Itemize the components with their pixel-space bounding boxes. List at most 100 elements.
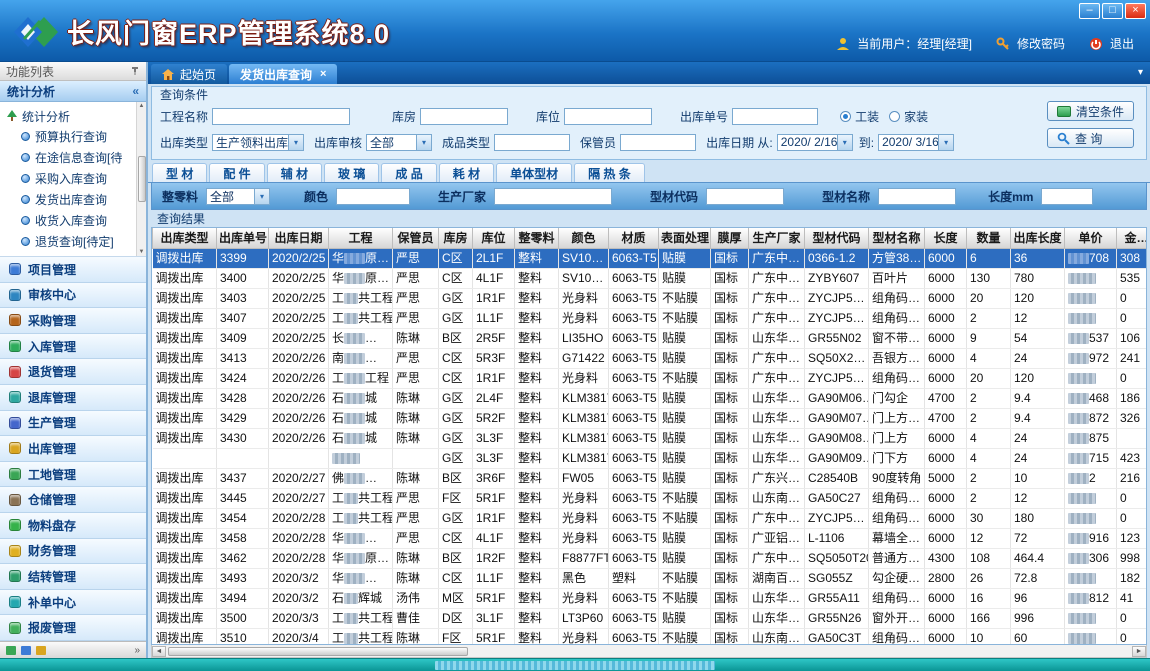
column-header[interactable]: 保管员 bbox=[393, 228, 439, 248]
query-button[interactable]: 查 询 bbox=[1047, 128, 1134, 148]
date-to-select[interactable]: 2020/ 3/16 ▾ bbox=[878, 134, 954, 151]
column-header[interactable]: 表面处理 bbox=[659, 228, 711, 248]
table-row[interactable]: 调拨出库34072020/2/25工共工程严思G区1L1F整料光身料6063-T… bbox=[153, 308, 1148, 328]
expand-icon[interactable]: » bbox=[134, 645, 140, 656]
material-tab-1[interactable]: 配 件 bbox=[209, 163, 264, 182]
collapse-icon[interactable]: « bbox=[132, 84, 139, 98]
table-row[interactable]: 调拨出库34302020/2/26石城陈琳G区3L3F整料KLM38176063… bbox=[153, 428, 1148, 448]
material-tab-4[interactable]: 成 品 bbox=[381, 163, 436, 182]
sidebar-module-12[interactable]: 结转管理 bbox=[0, 564, 146, 590]
column-header[interactable]: 型材代码 bbox=[805, 228, 869, 248]
maximize-button[interactable]: □ bbox=[1102, 3, 1123, 19]
sidebar-module-5[interactable]: 退库管理 bbox=[0, 385, 146, 411]
table-row[interactable]: 调拨出库34132020/2/26南…严思C区5R3F整料G714226063-… bbox=[153, 348, 1148, 368]
column-header[interactable]: 长度 bbox=[925, 228, 967, 248]
sidebar-module-10[interactable]: 物料盘存 bbox=[0, 513, 146, 539]
material-tab-6[interactable]: 单体型材 bbox=[496, 163, 572, 182]
table-row[interactable]: 调拨出库34002020/2/25华原…严思C区4L1F整料SV10…6063-… bbox=[153, 268, 1148, 288]
column-header[interactable]: 整零料 bbox=[515, 228, 559, 248]
table-row[interactable]: 调拨出库34932020/3/2华…陈琳C区1L1F整料黑色塑料不贴膜国标湖南百… bbox=[153, 568, 1148, 588]
column-header[interactable]: 数量 bbox=[967, 228, 1011, 248]
table-row[interactable]: 调拨出库35102020/3/4工共工程陈琳F区5R1F整料光身料6063-T5… bbox=[153, 628, 1148, 645]
table-row[interactable]: 调拨出库34292020/2/26石城陈琳G区5R2F整料KLM38176063… bbox=[153, 408, 1148, 428]
table-row[interactable]: 调拨出库34372020/2/27佛…陈琳B区3R6F整料FW056063-T5… bbox=[153, 468, 1148, 488]
table-row[interactable]: 调拨出库34032020/2/25工共工程严思G区1R1F整料光身料6063-T… bbox=[153, 288, 1148, 308]
table-row[interactable]: 调拨出库34942020/3/2石辉城汤伟M区5R1F整料光身料6063-T5不… bbox=[153, 588, 1148, 608]
dropdown-icon[interactable]: ▾ bbox=[254, 189, 269, 204]
tree-item-3[interactable]: 发货出库查询 bbox=[6, 189, 134, 210]
table-row[interactable]: 调拨出库34622020/2/28华原…陈琳B区1R2F整料F8877FT606… bbox=[153, 548, 1148, 568]
sidebar-module-2[interactable]: 采购管理 bbox=[0, 308, 146, 334]
tree-scroll-thumb[interactable] bbox=[138, 156, 146, 202]
tree-item-2[interactable]: 采购入库查询 bbox=[6, 168, 134, 189]
keeper-input[interactable] bbox=[620, 134, 696, 151]
tree-scrollbar[interactable]: ▲ ▼ bbox=[136, 102, 146, 256]
sidebar-module-1[interactable]: 审核中心 bbox=[0, 283, 146, 309]
column-header[interactable]: 出库单号 bbox=[217, 228, 269, 248]
change-password-link[interactable]: 修改密码 bbox=[1017, 35, 1065, 52]
column-header[interactable]: 膜厚 bbox=[711, 228, 749, 248]
minimize-button[interactable]: – bbox=[1079, 3, 1100, 19]
column-header[interactable]: 型材名称 bbox=[869, 228, 925, 248]
dropdown-icon[interactable]: ▾ bbox=[416, 135, 431, 150]
scroll-up-icon[interactable]: ▲ bbox=[139, 103, 145, 109]
profile-name-input[interactable] bbox=[878, 188, 956, 205]
sidebar-module-6[interactable]: 生产管理 bbox=[0, 411, 146, 437]
material-tab-3[interactable]: 玻 璃 bbox=[324, 163, 379, 182]
sidebar-module-4[interactable]: 退货管理 bbox=[0, 359, 146, 385]
tab-list-dropdown-icon[interactable]: ▾ bbox=[1138, 67, 1143, 78]
order-no-input[interactable] bbox=[732, 108, 818, 125]
column-header[interactable]: 工程 bbox=[329, 228, 393, 248]
tools-icon[interactable] bbox=[36, 646, 46, 655]
material-tab-5[interactable]: 耗 材 bbox=[439, 163, 494, 182]
sidebar-group-statistics[interactable]: 统计分析 « bbox=[0, 81, 146, 102]
table-row[interactable]: 调拨出库35002020/3/3工共工程曹佳D区3L1F整料LT3P606063… bbox=[153, 608, 1148, 628]
manufacturer-input[interactable] bbox=[494, 188, 612, 205]
out-type-select[interactable]: 生产领料出库 ▾ bbox=[212, 134, 304, 151]
sidebar-module-8[interactable]: 工地管理 bbox=[0, 462, 146, 488]
column-header[interactable]: 颜色 bbox=[559, 228, 609, 248]
scroll-right-icon[interactable]: ► bbox=[1132, 646, 1146, 657]
computer-icon[interactable] bbox=[6, 646, 16, 655]
tree-item-4[interactable]: 收货入库查询 bbox=[6, 210, 134, 231]
material-tab-0[interactable]: 型 材 bbox=[152, 163, 207, 182]
clear-conditions-button[interactable]: 清空条件 bbox=[1047, 101, 1134, 121]
dropdown-icon[interactable]: ▾ bbox=[938, 135, 953, 150]
scroll-left-icon[interactable]: ◄ bbox=[152, 646, 166, 657]
column-header[interactable]: 库房 bbox=[439, 228, 473, 248]
tree-item-5[interactable]: 退货查询[待定] bbox=[6, 231, 134, 252]
project-name-input[interactable] bbox=[212, 108, 350, 125]
pin-icon[interactable] bbox=[130, 66, 140, 76]
column-header[interactable]: 库位 bbox=[473, 228, 515, 248]
sidebar-module-7[interactable]: 出库管理 bbox=[0, 436, 146, 462]
column-header[interactable]: 金… bbox=[1117, 228, 1148, 248]
radio-gongzhuang[interactable]: 工装 bbox=[840, 108, 879, 125]
hscroll-thumb[interactable] bbox=[168, 647, 468, 656]
table-row[interactable]: 调拨出库33992020/2/25华原…严思C区2L1F整料SV10…6063-… bbox=[153, 248, 1148, 268]
date-from-select[interactable]: 2020/ 2/16 ▾ bbox=[777, 134, 853, 151]
sidebar-module-9[interactable]: 仓储管理 bbox=[0, 487, 146, 513]
grid-hscrollbar[interactable]: ◄ ► bbox=[151, 645, 1147, 658]
logout-link[interactable]: 退出 bbox=[1110, 35, 1134, 52]
tree-item-1[interactable]: 在途信息查询[待 bbox=[6, 147, 134, 168]
material-tab-7[interactable]: 隔 热 条 bbox=[574, 163, 645, 182]
sidebar-module-14[interactable]: 报废管理 bbox=[0, 615, 146, 641]
table-row[interactable]: 调拨出库34582020/2/28华…严思C区4L1F整料光身料6063-T5贴… bbox=[153, 528, 1148, 548]
column-header[interactable]: 生产厂家 bbox=[749, 228, 805, 248]
audit-select[interactable]: 全部 ▾ bbox=[366, 134, 432, 151]
radio-jiazhuang[interactable]: 家装 bbox=[889, 108, 928, 125]
length-input[interactable] bbox=[1041, 188, 1093, 205]
location-input[interactable] bbox=[564, 108, 652, 125]
tree-root-statistics[interactable]: 统计分析 bbox=[6, 106, 134, 126]
table-row[interactable]: 调拨出库34282020/2/26石城陈琳G区2L4F整料KLM38176063… bbox=[153, 388, 1148, 408]
material-tab-2[interactable]: 辅 材 bbox=[267, 163, 322, 182]
sidebar-module-0[interactable]: 项目管理 bbox=[0, 257, 146, 283]
tab-close-icon[interactable]: × bbox=[320, 68, 326, 80]
monitor-icon[interactable] bbox=[21, 646, 31, 655]
table-row[interactable]: G区3L3F整料KLM38176063-T5贴膜国标山东华…GA90M09…门下… bbox=[153, 448, 1148, 468]
table-row[interactable]: 调拨出库34092020/2/25长…陈琳B区2R5F整料LI35HO6063-… bbox=[153, 328, 1148, 348]
whole-select[interactable]: 全部 ▾ bbox=[206, 188, 270, 205]
table-row[interactable]: 调拨出库34242020/2/26工工程严思C区1R1F整料光身料6063-T5… bbox=[153, 368, 1148, 388]
sidebar-module-11[interactable]: 财务管理 bbox=[0, 539, 146, 565]
dropdown-icon[interactable]: ▾ bbox=[837, 135, 852, 150]
